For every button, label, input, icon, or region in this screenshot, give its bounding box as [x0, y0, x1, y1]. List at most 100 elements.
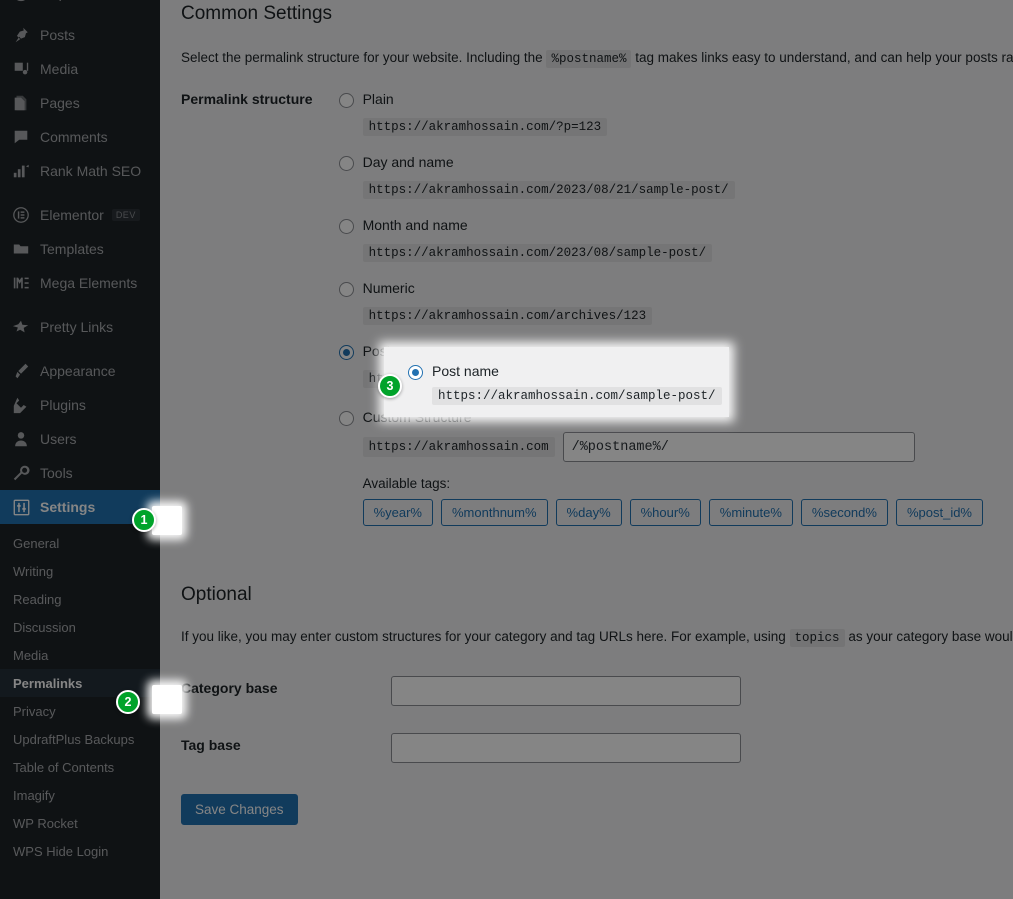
option-custom-structure[interactable]: Custom Structure https://akramhossain.co…	[338, 409, 983, 526]
submenu-item-reading[interactable]: Reading	[0, 585, 160, 613]
submit-row: Save Changes	[181, 794, 993, 825]
postname-tag-code: %postname%	[546, 50, 632, 68]
radio-post-name[interactable]	[338, 345, 354, 360]
available-tags-label: Available tags:	[362, 476, 451, 491]
submenu-item-label: General	[13, 535, 60, 551]
submenu-item-discussion[interactable]: Discussion	[0, 613, 160, 641]
sidebar-item-label: Settings	[40, 499, 96, 515]
pages-icon	[11, 93, 31, 113]
media-icon	[11, 59, 31, 79]
option-numeric[interactable]: Numeric https://akramhossain.com/archive…	[338, 280, 983, 341]
sidebar-item-label: Tools	[40, 465, 73, 481]
tag-base-label: Tag base	[181, 737, 241, 753]
option-plain[interactable]: Plain https://akramhossain.com/?p=123	[338, 91, 983, 152]
elementor-icon	[11, 205, 31, 225]
step-badge-1: 1	[132, 508, 156, 532]
tag-button-minute[interactable]: %minute%	[708, 499, 793, 526]
link-star-icon	[11, 317, 31, 337]
submenu-item-media[interactable]: Media	[0, 641, 160, 669]
sidebar-item-label: Rank Math SEO	[40, 163, 142, 179]
submenu-item-label: Permalinks	[13, 675, 83, 691]
wordpress-admin-screen: Jetpack Posts Media Pages Comments	[0, 0, 1013, 899]
permalink-structure-row: Permalink structure Plain https://akramh…	[181, 69, 993, 541]
radio-month-and-name[interactable]	[338, 219, 354, 234]
sidebar-item-label: Users	[40, 431, 77, 447]
submenu-item-updraftplus-backups[interactable]: UpdraftPlus Backups	[0, 725, 160, 753]
option-example-url-highlighted: https://akramhossain.com/sample-post/	[432, 387, 722, 405]
pin-icon	[11, 25, 31, 45]
radio-numeric[interactable]	[338, 282, 354, 297]
sidebar-item-templates[interactable]: Templates	[0, 232, 160, 266]
optional-desc-after: as your category base would make	[848, 629, 1013, 644]
tag-base-input[interactable]	[391, 733, 741, 763]
submenu-item-label: Discussion	[13, 619, 76, 635]
sidebar-item-tools[interactable]: Tools	[0, 456, 160, 490]
sidebar-item-media[interactable]: Media	[0, 52, 160, 86]
sidebar-item-label: Comments	[40, 129, 108, 145]
save-changes-button[interactable]: Save Changes	[181, 794, 298, 825]
submenu-item-general[interactable]: General	[0, 529, 160, 557]
sidebar-item-appearance[interactable]: Appearance	[0, 354, 160, 388]
plug-icon	[11, 395, 31, 415]
sidebar-item-pages[interactable]: Pages	[0, 86, 160, 120]
tag-button-second[interactable]: %second%	[800, 499, 888, 526]
submenu-item-table-of-contents[interactable]: Table of Contents	[0, 753, 160, 781]
option-example-url: https://akramhossain.com/archives/123	[362, 307, 653, 325]
option-label: Plain	[362, 91, 394, 107]
desc-text-before: Select the permalink structure for your …	[181, 50, 543, 65]
sidebar-item-label: Plugins	[40, 397, 86, 413]
sidebar-item-pretty-links[interactable]: Pretty Links	[0, 310, 160, 344]
option-month-and-name[interactable]: Month and name https://akramhossain.com/…	[338, 217, 983, 278]
spotlight-post-name: Post name https://akramhossain.com/sampl…	[384, 347, 729, 417]
option-example-url: https://akramhossain.com/?p=123	[362, 118, 608, 136]
custom-structure-input[interactable]	[562, 432, 915, 462]
category-base-row: Category base	[181, 662, 993, 719]
sidebar-item-users[interactable]: Users	[0, 422, 160, 456]
common-settings-description: Select the permalink structure for your …	[181, 47, 1013, 69]
sidebar-item-comments[interactable]: Comments	[0, 120, 160, 154]
submenu-item-wps-hide-login[interactable]: WPS Hide Login	[0, 837, 160, 865]
radio-day-and-name[interactable]	[338, 156, 354, 171]
tag-button-monthnum[interactable]: %monthnum%	[441, 499, 548, 526]
optional-desc-before: If you like, you may enter custom struct…	[181, 629, 786, 644]
elementor-dev-badge: DEV	[111, 208, 140, 222]
permalink-structure-options: Plain https://akramhossain.com/?p=123 Da…	[338, 69, 993, 541]
tag-button-post-id[interactable]: %post_id%	[895, 499, 983, 526]
sidebar-item-posts[interactable]: Posts	[0, 18, 160, 52]
tag-button-year[interactable]: %year%	[362, 499, 433, 526]
sidebar-item-jetpack[interactable]: Jetpack	[0, 0, 160, 2]
radio-plain[interactable]	[338, 93, 354, 108]
permalink-structure-table: Permalink structure Plain https://akramh…	[181, 69, 993, 541]
submenu-item-wp-rocket[interactable]: WP Rocket	[0, 809, 160, 837]
sidebar-item-label: Appearance	[40, 363, 116, 379]
submenu-item-label: Table of Contents	[13, 759, 115, 775]
sidebar-item-mega-elements[interactable]: Mega Elements	[0, 266, 160, 300]
jetpack-icon	[11, 0, 31, 3]
custom-structure-prefix: https://akramhossain.com	[362, 437, 555, 457]
radio-post-name-highlighted[interactable]	[408, 365, 423, 380]
submenu-item-label: Media	[13, 647, 49, 663]
submenu-item-imagify[interactable]: Imagify	[0, 781, 160, 809]
option-example-url: https://akramhossain.com/2023/08/sample-…	[362, 244, 713, 262]
tag-button-hour[interactable]: %hour%	[629, 499, 701, 526]
wrench-icon	[11, 463, 31, 483]
sidebar-item-label: Templates	[40, 241, 104, 257]
sidebar-item-elementor[interactable]: Elementor DEV	[0, 198, 160, 232]
submenu-item-label: Reading	[13, 591, 62, 607]
option-label: Numeric	[362, 280, 415, 296]
tag-base-row: Tag base	[181, 719, 993, 776]
category-base-input[interactable]	[391, 676, 741, 706]
sidebar-item-rank-math-seo[interactable]: Rank Math SEO	[0, 154, 160, 188]
option-label-highlighted: Post name	[432, 363, 499, 379]
sidebar-item-plugins[interactable]: Plugins	[0, 388, 160, 422]
radio-custom-structure[interactable]	[338, 411, 354, 426]
step-badge-3: 3	[378, 374, 402, 398]
option-day-and-name[interactable]: Day and name https://akramhossain.com/20…	[338, 154, 983, 215]
tag-button-day[interactable]: %day%	[555, 499, 622, 526]
submenu-item-writing[interactable]: Writing	[0, 557, 160, 585]
option-example-url: https://akramhossain.com/2023/08/21/samp…	[362, 181, 735, 199]
topics-code: topics	[789, 629, 845, 647]
mega-elements-icon	[11, 273, 31, 293]
sidebar-item-label: Elementor	[40, 207, 104, 223]
submenu-item-label: WP Rocket	[13, 815, 78, 831]
